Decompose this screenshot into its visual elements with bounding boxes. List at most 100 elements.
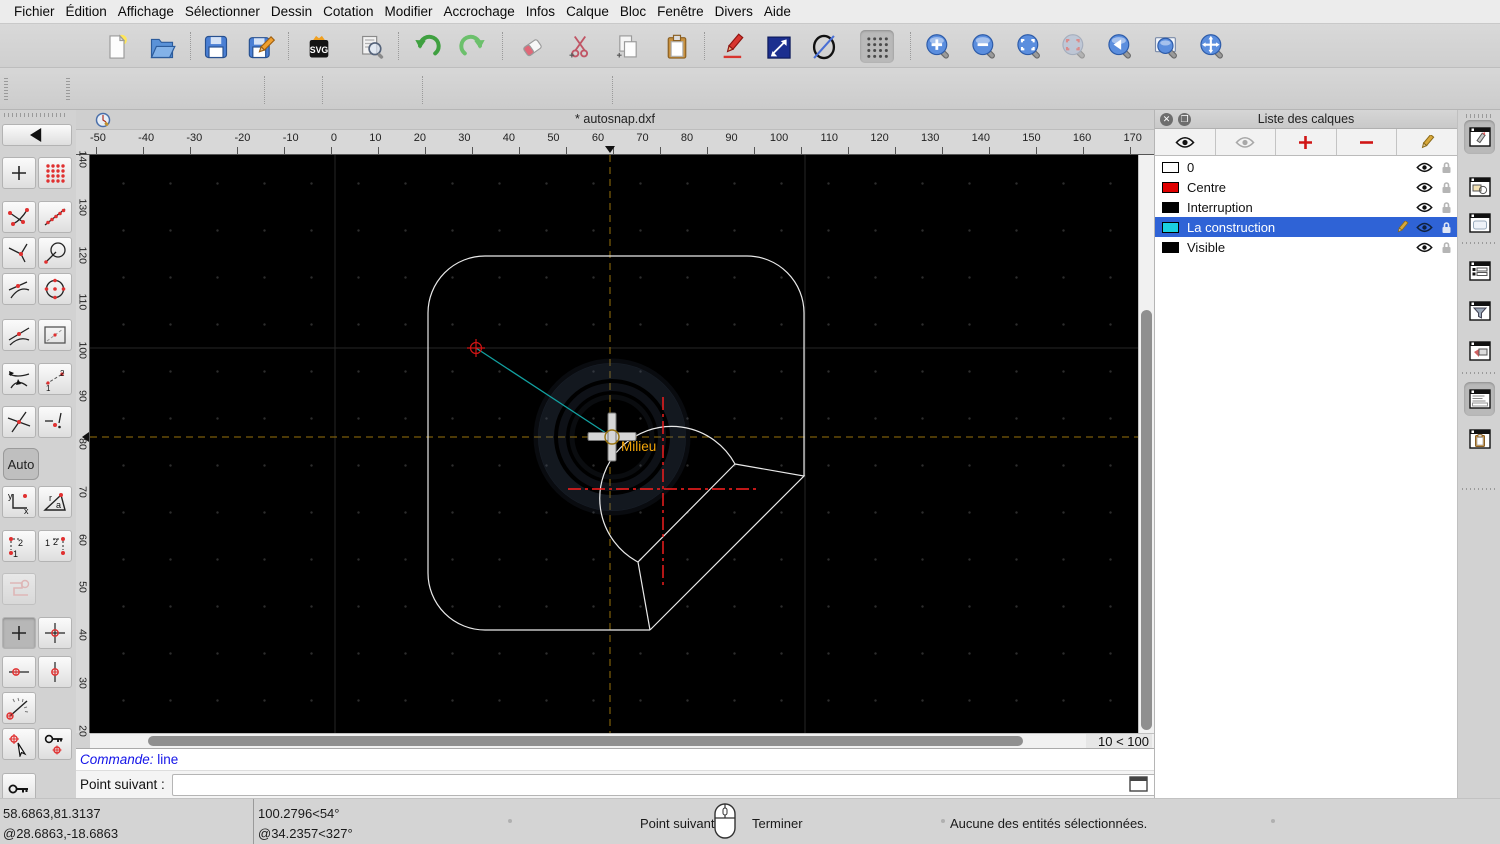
set-relative-zero-button[interactable] — [2, 728, 36, 760]
save-as-button[interactable] — [244, 30, 278, 63]
hide-all-layers-button[interactable] — [1216, 129, 1277, 155]
coordinates-cartesian-button[interactable]: yx — [2, 486, 36, 518]
zoom-selection-button[interactable] — [1057, 30, 1091, 63]
horizontal-scrollbar-thumb[interactable] — [148, 736, 1023, 746]
dock-drag-handle[interactable] — [1466, 114, 1492, 118]
layer-edit-pencil-icon[interactable] — [1391, 220, 1413, 234]
toolbar-drag-handle[interactable] — [66, 78, 70, 102]
menu-item-1[interactable]: Édition — [66, 4, 107, 19]
snap-middle-button[interactable] — [2, 319, 36, 351]
paste-button[interactable] — [660, 30, 694, 63]
remove-layer-button[interactable] — [1337, 129, 1398, 155]
entity-list-dock-button[interactable] — [1464, 254, 1495, 288]
copy-button[interactable] — [611, 30, 645, 63]
snap-intersection-manual-button[interactable] — [38, 406, 72, 438]
zoom-window-button[interactable] — [1149, 30, 1183, 63]
zoom-auto-button[interactable] — [1012, 30, 1046, 63]
snap-distance-button[interactable] — [38, 319, 72, 351]
layer-visibility-icon[interactable] — [1413, 182, 1435, 193]
menu-item-5[interactable]: Cotation — [323, 4, 373, 19]
layer-lock-icon[interactable] — [1435, 201, 1457, 214]
redo-button[interactable] — [456, 30, 490, 63]
layer-visibility-icon[interactable] — [1413, 162, 1435, 173]
snap-intersection-button[interactable] — [2, 406, 36, 438]
add-layer-button[interactable] — [1276, 129, 1337, 155]
menu-item-7[interactable]: Accrochage — [443, 4, 514, 19]
layer-row[interactable]: Centre — [1155, 177, 1457, 197]
snap-grid-button[interactable] — [38, 157, 72, 189]
menu-item-12[interactable]: Divers — [715, 4, 753, 19]
layer-visibility-icon[interactable] — [1413, 202, 1435, 213]
menu-item-6[interactable]: Modifier — [384, 4, 432, 19]
menu-item-9[interactable]: Calque — [566, 4, 609, 19]
angle-gauge-button[interactable] — [2, 692, 36, 724]
vertical-scrollbar-thumb[interactable] — [1141, 310, 1152, 730]
sidebar-drag-handle[interactable] — [4, 113, 68, 117]
snap-center-button[interactable] — [38, 237, 72, 269]
selection-filter-dock-button[interactable] — [1464, 294, 1495, 328]
layer-row[interactable]: 0 — [1155, 157, 1457, 177]
zoom-out-button[interactable] — [967, 30, 1001, 63]
layer-row-active[interactable]: La construction — [1155, 217, 1457, 237]
drawing-canvas[interactable]: Milieu — [90, 155, 1138, 733]
edit-layer-button[interactable] — [1397, 129, 1457, 155]
pan-button[interactable] — [1195, 30, 1229, 63]
draw-order-button[interactable] — [762, 30, 796, 63]
snap-tangent-button[interactable] — [2, 273, 36, 305]
menu-item-0[interactable]: Fichier — [14, 4, 55, 19]
show-all-layers-button[interactable] — [1155, 129, 1216, 155]
restrict-orthogonal-button[interactable] — [38, 617, 72, 649]
undo-button[interactable] — [410, 30, 444, 63]
lock-relative-zero-button[interactable] — [38, 728, 72, 760]
open-file-button[interactable] — [145, 30, 179, 63]
command-line-dock-button[interactable] — [1464, 382, 1495, 416]
isometric-circle-button[interactable] — [807, 30, 841, 63]
restrict-horizontal-button[interactable] — [2, 656, 36, 688]
relative-21-button[interactable]: 21 — [2, 530, 36, 562]
new-document-button[interactable] — [100, 30, 134, 63]
layer-lock-icon[interactable] — [1435, 161, 1457, 174]
pen-edit-button[interactable] — [716, 30, 750, 63]
print-preview-button[interactable] — [355, 30, 389, 63]
layer-row[interactable]: Visible — [1155, 237, 1457, 257]
coordinates-polar-button[interactable]: ra — [38, 486, 72, 518]
snap-auto-button[interactable]: Auto — [3, 448, 39, 480]
layer-visibility-icon[interactable] — [1413, 242, 1435, 253]
vertical-scrollbar[interactable] — [1138, 155, 1154, 733]
menu-item-2[interactable]: Affichage — [118, 4, 174, 19]
grid-snap-toggle[interactable] — [860, 30, 894, 63]
zoom-in-button[interactable] — [921, 30, 955, 63]
menu-item-10[interactable]: Bloc — [620, 4, 646, 19]
clipboard-dock-button[interactable] — [1464, 422, 1495, 456]
block-list-dock-button[interactable] — [1464, 170, 1495, 204]
toolbar-drag-handle[interactable] — [4, 78, 8, 102]
layer-lock-icon[interactable] — [1435, 241, 1457, 254]
library-browser-dock-button[interactable] — [1464, 206, 1495, 240]
back-button[interactable] — [2, 124, 72, 146]
zoom-previous-button[interactable] — [1103, 30, 1137, 63]
relative-12-button[interactable]: 12 — [38, 530, 72, 562]
layer-visibility-icon[interactable] — [1413, 222, 1435, 233]
menu-item-11[interactable]: Fenêtre — [657, 4, 704, 19]
command-input[interactable] — [172, 774, 1200, 796]
restrict-nothing-button[interactable] — [2, 617, 36, 649]
horizontal-scrollbar[interactable]: 10 < 100 — [90, 733, 1154, 749]
snap-free-button[interactable] — [2, 157, 36, 189]
command-window-icon[interactable] — [1129, 776, 1148, 792]
snap-on-entity-button[interactable] — [38, 201, 72, 233]
restrict-vertical-button[interactable] — [38, 656, 72, 688]
menu-item-3[interactable]: Sélectionner — [185, 4, 260, 19]
cut-button[interactable] — [563, 30, 597, 63]
snap-quadrant-button[interactable] — [38, 273, 72, 305]
layer-list-dock-button[interactable] — [1464, 120, 1495, 154]
svg-export-button[interactable]: SVG — [302, 30, 336, 63]
command-echo-dock-button[interactable] — [1464, 334, 1495, 368]
layer-lock-icon[interactable] — [1435, 181, 1457, 194]
snap-intersection-auto-button[interactable] — [2, 363, 36, 395]
snap-endpoints-button[interactable] — [2, 201, 36, 233]
save-button[interactable] — [199, 30, 233, 63]
delete-button[interactable] — [515, 30, 549, 63]
snap-perpendicular-button[interactable] — [2, 237, 36, 269]
menu-item-13[interactable]: Aide — [764, 4, 791, 19]
snap-divide-button[interactable]: 12 — [38, 363, 72, 395]
